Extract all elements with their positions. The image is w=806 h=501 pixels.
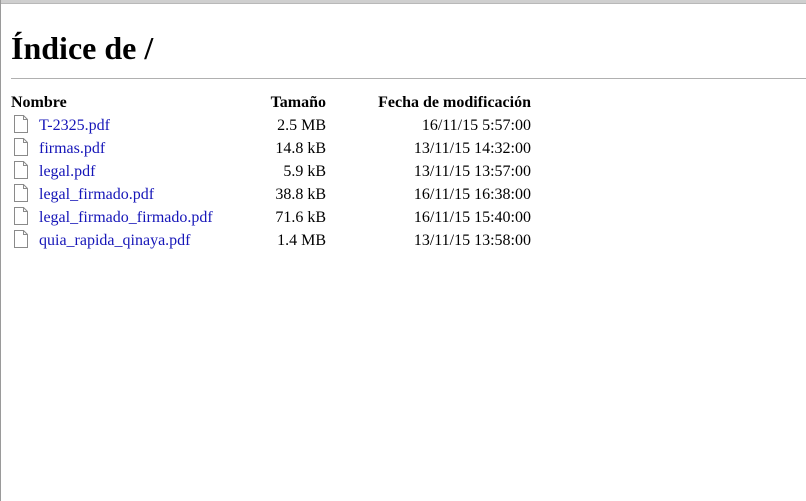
- file-date-cell: 16/11/15 15:40:00: [413, 209, 531, 226]
- file-date-cell: 16/11/15 5:57:00: [421, 117, 531, 134]
- file-name-cell: legal_firmado_firmado.pdf: [11, 206, 266, 229]
- column-header-size[interactable]: Tamaño: [266, 92, 326, 114]
- window-left-border: [0, 0, 1, 501]
- table-row: quia_rapida_qinaya.pdf 1.4 MB 13/11/15 1…: [11, 229, 531, 252]
- page-title: Índice de /: [11, 30, 154, 66]
- file-icon: [13, 115, 29, 133]
- file-icon: [13, 138, 29, 156]
- file-date-cell: 16/11/15 16:38:00: [413, 186, 531, 203]
- file-name-cell: firmas.pdf: [11, 137, 266, 160]
- file-name-cell: quia_rapida_qinaya.pdf: [11, 229, 266, 252]
- file-size-cell: 5.9 kB: [283, 163, 326, 180]
- file-link[interactable]: legal.pdf: [39, 163, 95, 180]
- table-header-row: Nombre Tamaño Fecha de modificación: [11, 92, 531, 114]
- title-divider: [11, 78, 806, 79]
- file-size-cell: 71.6 kB: [275, 209, 326, 226]
- file-icon: [13, 184, 29, 202]
- file-icon: [13, 161, 29, 179]
- table-row: T-2325.pdf 2.5 MB 16/11/15 5:57:00: [11, 114, 531, 137]
- file-name-cell: legal.pdf: [11, 160, 266, 183]
- file-link[interactable]: legal_firmado.pdf: [39, 186, 154, 203]
- file-size-cell: 38.8 kB: [275, 186, 326, 203]
- file-size-cell: 2.5 MB: [277, 117, 326, 134]
- column-header-name[interactable]: Nombre: [11, 92, 266, 114]
- directory-listing: Índice de / Nombre Tamaño Fecha de modif…: [11, 26, 806, 252]
- file-link[interactable]: firmas.pdf: [39, 140, 105, 157]
- file-icon: [13, 230, 29, 248]
- column-header-date[interactable]: Fecha de modificación: [326, 92, 531, 114]
- table-row: legal_firmado_firmado.pdf 71.6 kB 16/11/…: [11, 206, 531, 229]
- file-date-cell: 13/11/15 13:57:00: [413, 163, 531, 180]
- file-date-cell: 13/11/15 14:32:00: [413, 140, 531, 157]
- file-link[interactable]: legal_firmado_firmado.pdf: [39, 209, 213, 226]
- file-table: Nombre Tamaño Fecha de modificación T-23…: [11, 92, 531, 252]
- table-row: firmas.pdf 14.8 kB 13/11/15 14:32:00: [11, 137, 531, 160]
- file-size-cell: 14.8 kB: [275, 140, 326, 157]
- file-name-cell: legal_firmado.pdf: [11, 183, 266, 206]
- table-row: legal.pdf 5.9 kB 13/11/15 13:57:00: [11, 160, 531, 183]
- file-icon: [13, 207, 29, 225]
- table-row: legal_firmado.pdf 38.8 kB 16/11/15 16:38…: [11, 183, 531, 206]
- file-link[interactable]: T-2325.pdf: [39, 117, 110, 134]
- file-link[interactable]: quia_rapida_qinaya.pdf: [39, 232, 191, 249]
- window-top-border: [0, 0, 806, 4]
- file-date-cell: 13/11/15 13:58:00: [413, 232, 531, 249]
- file-name-cell: T-2325.pdf: [11, 114, 266, 137]
- file-size-cell: 1.4 MB: [277, 232, 326, 249]
